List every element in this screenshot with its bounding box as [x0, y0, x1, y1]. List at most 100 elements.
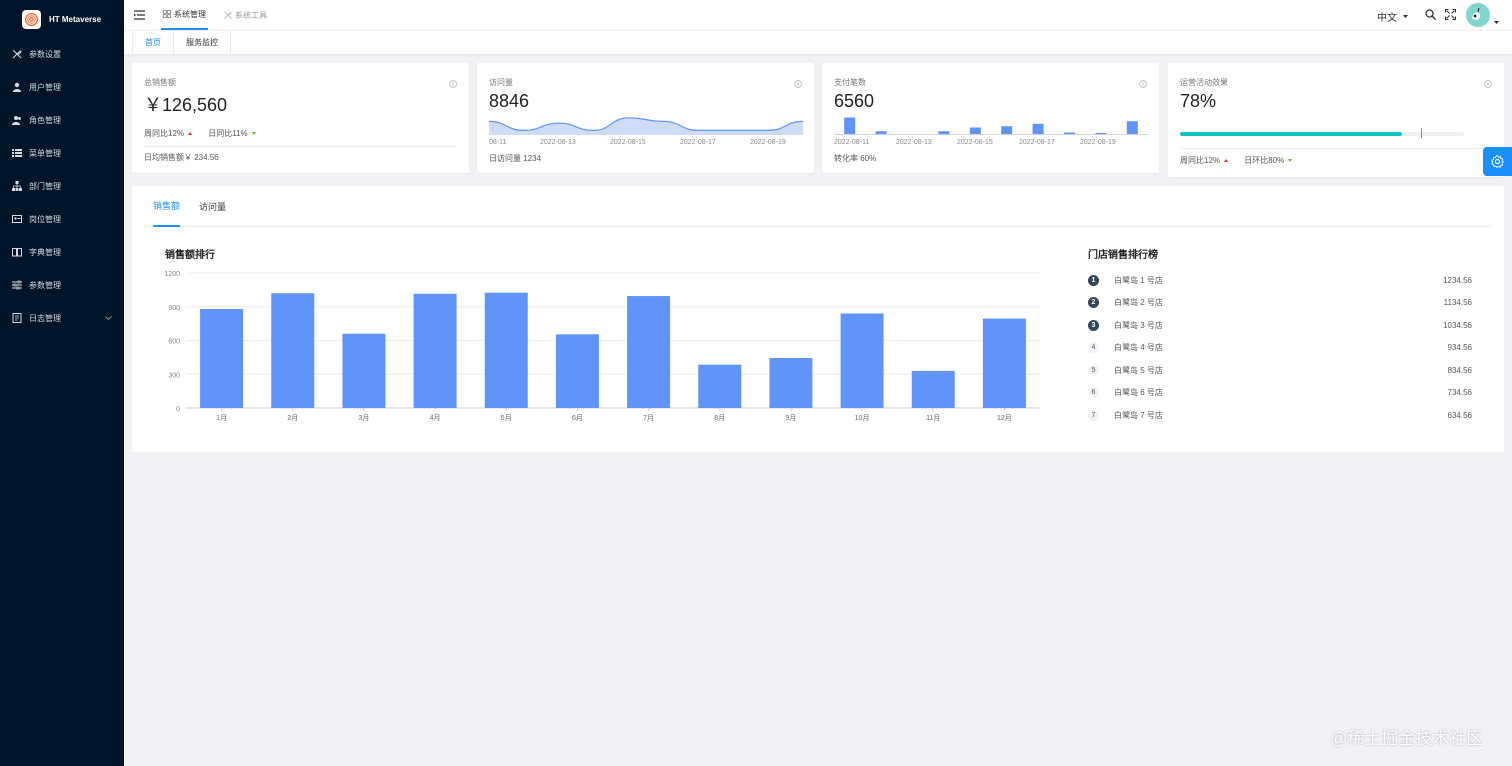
x-tick-label: 5月: [501, 414, 512, 422]
sidebar-item-departments[interactable]: 部门管理: [0, 174, 124, 198]
avatar[interactable]: [1466, 3, 1490, 27]
store-sales-value: 1234.56: [1443, 275, 1472, 285]
app-logo[interactable]: HT Metaverse: [0, 0, 124, 38]
y-tick-label: 1200: [164, 271, 180, 278]
tab-label: 访问量: [199, 202, 227, 212]
bar[interactable]: [982, 318, 1026, 408]
x-tick-label: 1月: [216, 414, 227, 422]
tab-label: 销售额: [153, 201, 181, 211]
sidebar-item-label: 岗位管理: [29, 214, 61, 224]
fullscreen-icon[interactable]: [1444, 8, 1457, 23]
tools-icon: [12, 49, 22, 59]
sidebar-item-users[interactable]: 用户管理: [0, 75, 124, 99]
ranking-item: 7 白鹭岛 7 号店 634.56: [1088, 407, 1472, 423]
x-tick-label: 11月: [926, 414, 940, 422]
mini-bar: [844, 117, 856, 135]
bar[interactable]: [840, 313, 884, 409]
sidebar-item-positions[interactable]: 岗位管理: [0, 207, 124, 231]
info-icon[interactable]: [1139, 77, 1147, 91]
bar[interactable]: [911, 370, 955, 408]
language-label: 中文: [1377, 13, 1397, 24]
trend-up-icon: [1224, 159, 1229, 162]
bar[interactable]: [271, 293, 315, 408]
tab-label: 系统管理: [174, 9, 206, 19]
sidebar-item-dictionary[interactable]: 字典管理: [0, 240, 124, 264]
visits-axis: 08-11 2022-08-13 2022-08-15 2022-08-17 2…: [489, 139, 801, 149]
rank-number: 1: [1088, 274, 1099, 286]
tab-visits[interactable]: 访问量: [199, 186, 226, 227]
tab-system-management[interactable]: 系统管理: [161, 0, 208, 30]
card-value: 78%: [1180, 91, 1217, 111]
bar[interactable]: [200, 309, 244, 408]
axis-tick-label: 2022-08-17: [680, 139, 716, 146]
sidebar-item-label: 部门管理: [29, 181, 61, 191]
log-icon: [12, 313, 22, 323]
menu-fold-icon[interactable]: [134, 9, 145, 23]
sidebar-item-logs[interactable]: 日志管理: [0, 306, 124, 330]
x-tick-label: 10月: [855, 414, 870, 422]
sales-panel: 销售额 访问量 销售额排行 0 300 600 900 1200 1月 2月 3月 4月 5月 6月…: [132, 186, 1504, 452]
tag-home[interactable]: 首页: [132, 31, 174, 55]
sidebar-item-menus[interactable]: 菜单管理: [0, 141, 124, 165]
y-tick-label: 900: [168, 305, 180, 312]
card-value: 6560: [834, 91, 875, 111]
tab-system-tools[interactable]: 系统工具: [224, 0, 267, 30]
axis-tick-label: 08-11: [489, 139, 507, 146]
tag-label: 服务监控: [186, 38, 218, 47]
caret-down-icon[interactable]: [1494, 13, 1499, 27]
bar[interactable]: [627, 296, 671, 408]
card-footer: 日均销售额￥ 234.56: [144, 153, 219, 162]
ranking-item: 4 白鹭岛 4 号店 934.56: [1088, 340, 1472, 356]
store-name: 白鹭岛 4 号店: [1114, 343, 1163, 352]
rank-number: 6: [1088, 387, 1099, 398]
users-icon: [12, 115, 22, 125]
tags-bar: 首页 服务监控: [124, 30, 1512, 55]
visits-area-chart: [489, 117, 803, 135]
y-tick-label: 0: [176, 406, 180, 413]
store-sales-value: 634.56: [1447, 410, 1472, 420]
grid-icon: [163, 10, 171, 18]
bar[interactable]: [555, 334, 599, 408]
tag-service-monitor[interactable]: 服务监控: [173, 31, 231, 55]
list-icon: [12, 148, 22, 158]
x-tick-label: 4月: [430, 414, 441, 422]
tab-sales[interactable]: 销售额: [153, 186, 181, 227]
tools-icon: [224, 11, 232, 19]
store-sales-value: 1034.56: [1443, 320, 1472, 330]
card-title: 支付笔数: [834, 78, 866, 87]
bar[interactable]: [769, 357, 813, 408]
trend-week: 周同比12%: [144, 128, 193, 139]
sidebar-item-roles[interactable]: 角色管理: [0, 108, 124, 132]
info-icon[interactable]: [794, 77, 802, 91]
x-tick-label: 2月: [287, 414, 298, 422]
y-tick-label: 600: [168, 339, 180, 346]
info-icon[interactable]: [1484, 77, 1492, 91]
store-name: 白鹭岛 1 号店: [1114, 275, 1163, 285]
x-tick-label: 6月: [572, 414, 583, 422]
search-icon[interactable]: [1425, 9, 1437, 23]
settings-button[interactable]: [1483, 147, 1512, 176]
card-trends: 周同比12% 日环比80%: [1180, 155, 1306, 166]
rank-number: 3: [1088, 319, 1099, 331]
bar[interactable]: [484, 292, 528, 408]
sidebar-item-parameters[interactable]: 参数管理: [0, 273, 124, 297]
info-icon[interactable]: [449, 77, 457, 91]
app-title: HT Metaverse: [49, 14, 102, 24]
bar[interactable]: [342, 333, 386, 408]
store-sales-value: 734.56: [1447, 388, 1472, 397]
mini-bar: [1001, 126, 1013, 135]
sidebar-item-label: 角色管理: [29, 115, 61, 125]
card-footer: 转化率 60%: [834, 154, 877, 163]
id-card-icon: [12, 214, 22, 224]
bar[interactable]: [413, 293, 457, 408]
book-icon: [12, 247, 22, 257]
language-select[interactable]: 中文: [1377, 9, 1408, 24]
store-name: 白鹭岛 5 号店: [1114, 365, 1163, 375]
card-title: 运营活动效果: [1180, 78, 1228, 87]
gear-icon: [1491, 155, 1504, 168]
rank-number: 7: [1088, 409, 1099, 421]
axis-tick-label: 2022-08-15: [957, 139, 993, 146]
ranking-item: 1 白鹭岛 1 号店 1234.56: [1088, 272, 1472, 288]
bar[interactable]: [698, 364, 742, 408]
sidebar-item-params-settings[interactable]: 参数设置: [0, 42, 124, 66]
